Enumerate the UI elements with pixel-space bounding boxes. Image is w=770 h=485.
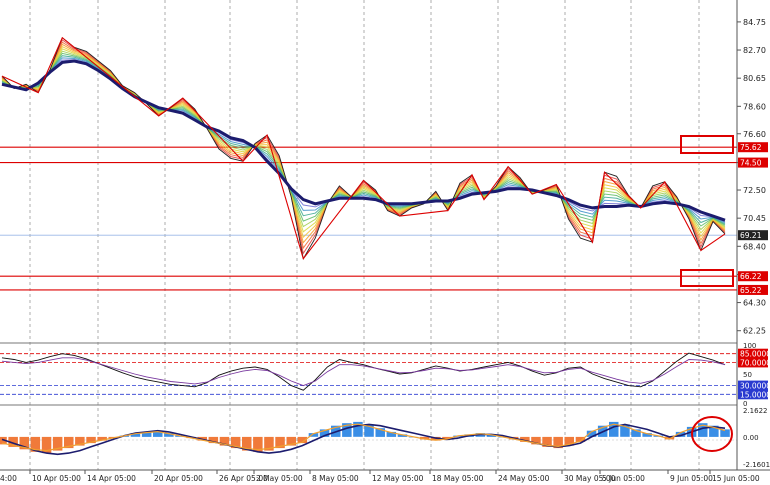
price-axis-label: 62.25 (743, 327, 766, 336)
level-label-text: 74.50 (740, 159, 762, 168)
time-axis-label: 15 Jun 05:00 (712, 474, 760, 483)
ma-ribbon (1, 39, 726, 255)
trading-chart[interactable]: 84.75 82.70 80.65 78.60 76.60 74.50 72.50 70.45… (0, 0, 770, 485)
time-axis-label: 5 Jun 05:00 (602, 474, 645, 483)
time-axis-label: 18 May 05:00 (432, 474, 484, 483)
time-axis-label: 14 Apr 05:00 (87, 474, 136, 483)
price-axis-label: 80.65 (743, 74, 766, 83)
price-axis-label: 84.75 (743, 18, 766, 27)
oscillator-panel[interactable] (0, 352, 737, 395)
price-panel[interactable] (0, 36, 737, 291)
macd-axis-label: 2.1622 (743, 407, 768, 415)
macd-histogram-bar (720, 429, 730, 437)
oscillator-axis-label: 50 (743, 371, 752, 379)
oscillator-levels (0, 353, 737, 395)
target-box-lower (680, 269, 734, 287)
price-axis-label: 78.60 (743, 102, 766, 111)
price-axis-label: 76.60 (743, 130, 766, 139)
time-axis-label: 24 May 05:00 (498, 474, 550, 483)
oscillator-line-main (1, 352, 726, 391)
time-axis-label: 4:00 (0, 474, 17, 483)
price-series-line (1, 36, 726, 260)
level-label-text: 65.22 (740, 286, 762, 295)
time-axis-label: 2 May 05:00 (256, 474, 303, 483)
price-axis-label: 70.45 (743, 214, 766, 223)
level-label-text: 30.0000 (740, 382, 770, 391)
oscillator-line-signal (1, 357, 726, 387)
level-label-text: 70.0000 (740, 358, 770, 367)
macd-axis-label: 0.00 (743, 434, 759, 442)
level-label-text: 15.0000 (740, 390, 770, 399)
time-axis-label: 20 Apr 05:00 (154, 474, 203, 483)
price-axis-label: 82.70 (743, 46, 766, 55)
macd-histogram (0, 421, 730, 454)
time-axis-label: 8 May 05:00 (312, 474, 359, 483)
level-label-text: 85.0000 (740, 350, 770, 359)
level-label-text: 75.62 (740, 143, 762, 152)
time-axis-label: 12 May 05:00 (372, 474, 424, 483)
price-axis-label: 72.50 (743, 186, 766, 195)
time-axis-label: 10 Apr 05:00 (32, 474, 81, 483)
macd-panel[interactable] (0, 416, 737, 456)
macd-axis[interactable]: 2.1622 0.00 -2.1601 (743, 407, 770, 469)
level-label-text: 66.22 (740, 272, 762, 281)
time-axis-label: 9 Jun 05:00 (670, 474, 713, 483)
target-box-upper (680, 135, 734, 154)
level-label-text: 69.21 (740, 231, 762, 240)
price-axis-label: 68.40 (743, 242, 766, 251)
support-resistance-lines[interactable] (0, 146, 737, 291)
time-axis[interactable]: 4:00 10 Apr 05:00 14 Apr 05:00 20 Apr 05:00… (0, 470, 760, 483)
price-axis-label: 64.30 (743, 299, 766, 308)
macd-axis-label: -2.1601 (743, 461, 770, 469)
